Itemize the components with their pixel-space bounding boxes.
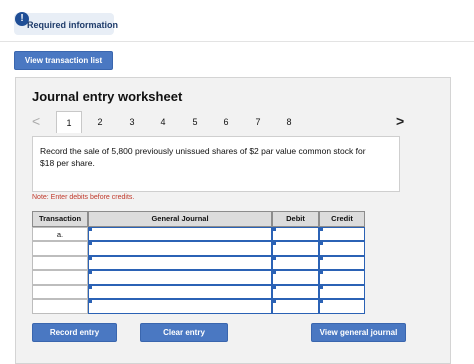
debit-input[interactable] xyxy=(272,270,319,285)
account-select[interactable] xyxy=(88,227,272,241)
divider xyxy=(0,41,474,42)
header-general-journal: General Journal xyxy=(88,211,272,227)
account-select[interactable] xyxy=(88,285,272,299)
view-general-journal-button[interactable]: View general journal xyxy=(311,323,406,342)
tab-6[interactable]: 6 xyxy=(213,111,239,133)
credit-input[interactable] xyxy=(319,299,365,314)
tab-5[interactable]: 5 xyxy=(182,111,208,133)
view-transaction-list-button[interactable]: View transaction list xyxy=(14,51,113,70)
transaction-prompt: Record the sale of 5,800 previously unis… xyxy=(40,146,366,168)
transaction-cell xyxy=(32,241,88,256)
clipped-heading: · · · · · · · · · · · · · · · xyxy=(30,0,210,6)
credit-input[interactable] xyxy=(319,270,365,285)
debit-input[interactable] xyxy=(272,299,319,314)
record-entry-button[interactable]: Record entry xyxy=(32,323,117,342)
tab-8[interactable]: 8 xyxy=(276,111,302,133)
debits-note: Note: Enter debits before credits. xyxy=(32,194,135,201)
worksheet-title: Journal entry worksheet xyxy=(32,89,183,104)
transaction-cell xyxy=(32,285,88,299)
header-transaction: Transaction xyxy=(32,211,88,227)
tab-7[interactable]: 7 xyxy=(245,111,271,133)
debit-input[interactable] xyxy=(272,256,319,270)
transaction-cell xyxy=(32,299,88,314)
credit-input[interactable] xyxy=(319,227,365,241)
transaction-cell xyxy=(32,270,88,285)
account-select[interactable] xyxy=(88,241,272,256)
transaction-cell: a. xyxy=(32,227,88,241)
clear-entry-button[interactable]: Clear entry xyxy=(140,323,228,342)
tab-2[interactable]: 2 xyxy=(87,111,113,133)
next-arrow-icon[interactable]: > xyxy=(396,113,404,129)
tab-1[interactable]: 1 xyxy=(56,111,82,133)
header-credit: Credit xyxy=(319,211,365,227)
transaction-cell xyxy=(32,256,88,270)
debit-input[interactable] xyxy=(272,227,319,241)
credit-input[interactable] xyxy=(319,241,365,256)
required-information-label: Required information xyxy=(27,20,119,30)
account-select[interactable] xyxy=(88,299,272,314)
header-debit: Debit xyxy=(272,211,319,227)
credit-input[interactable] xyxy=(319,256,365,270)
tab-4[interactable]: 4 xyxy=(150,111,176,133)
debit-input[interactable] xyxy=(272,241,319,256)
account-select[interactable] xyxy=(88,256,272,270)
credit-input[interactable] xyxy=(319,285,365,299)
prev-arrow-icon[interactable]: < xyxy=(32,113,40,129)
tab-3[interactable]: 3 xyxy=(119,111,145,133)
account-select[interactable] xyxy=(88,270,272,285)
debit-input[interactable] xyxy=(272,285,319,299)
